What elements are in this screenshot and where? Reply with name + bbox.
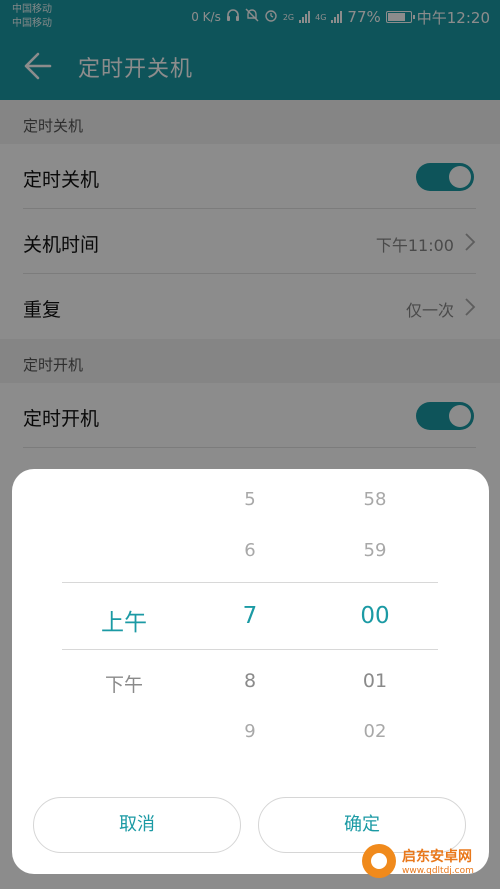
picker-line-top: [62, 582, 438, 583]
ampm-option[interactable]: 下午: [64, 670, 184, 697]
minute-selected[interactable]: 00: [315, 603, 435, 629]
hour-selected[interactable]: 7: [190, 603, 310, 629]
minute-option[interactable]: 58: [315, 489, 435, 510]
hour-option[interactable]: 9: [190, 721, 310, 742]
cancel-button[interactable]: 取消: [33, 797, 241, 853]
watermark-name: 启东安卓网: [402, 849, 472, 865]
hour-option[interactable]: 6: [190, 540, 310, 561]
minute-option[interactable]: 59: [315, 540, 435, 561]
minute-option[interactable]: 01: [315, 670, 435, 692]
time-picker-dialog: 上午 下午 5 6 7 8 9 58 59 00 01 02 取消 确定: [12, 469, 489, 874]
watermark-text: 启东安卓网 www.qdltdj.com: [402, 846, 474, 876]
ampm-selected[interactable]: 上午: [64, 603, 184, 637]
watermark-url: www.qdltdj.com: [402, 866, 474, 876]
picker-line-bottom: [62, 649, 438, 650]
watermark: 启东安卓网 www.qdltdj.com: [362, 839, 492, 883]
minute-option[interactable]: 02: [315, 721, 435, 742]
watermark-logo-icon: [362, 844, 396, 878]
hour-option[interactable]: 5: [190, 489, 310, 510]
hour-option[interactable]: 8: [190, 670, 310, 692]
